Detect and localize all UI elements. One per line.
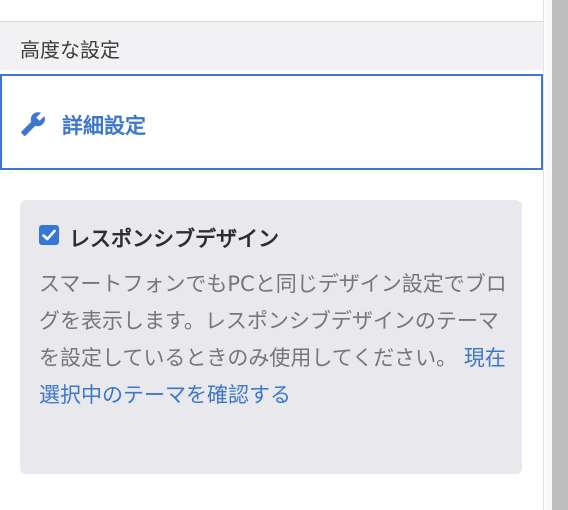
- wrench-icon: [21, 112, 45, 136]
- responsive-design-checkbox[interactable]: [39, 225, 59, 245]
- responsive-design-label[interactable]: レスポンシブデザイン: [69, 223, 279, 253]
- responsive-design-card: レスポンシブデザイン スマートフォンでもPCと同じデザイン設定でブログを表示しま…: [20, 200, 522, 474]
- section-header: 高度な設定: [0, 22, 543, 70]
- settings-panel: 高度な設定 詳細設定 レスポンシブデザイン スマートフォンでもPCと同じデザイン…: [0, 0, 544, 510]
- section-title: 高度な設定: [20, 38, 120, 62]
- advanced-settings-item[interactable]: 詳細設定: [0, 74, 543, 170]
- advanced-settings-label: 詳細設定: [62, 114, 146, 138]
- checkmark-icon: [42, 229, 56, 241]
- previous-item: [0, 0, 543, 22]
- responsive-design-description: スマートフォンでもPCと同じデザイン設定でブログを表示します。レスポンシブデザイ…: [39, 266, 509, 414]
- scrollbar-thumb[interactable]: [552, 0, 568, 510]
- description-text: スマートフォンでもPCと同じデザイン設定でブログを表示します。レスポンシブデザイ…: [39, 272, 507, 370]
